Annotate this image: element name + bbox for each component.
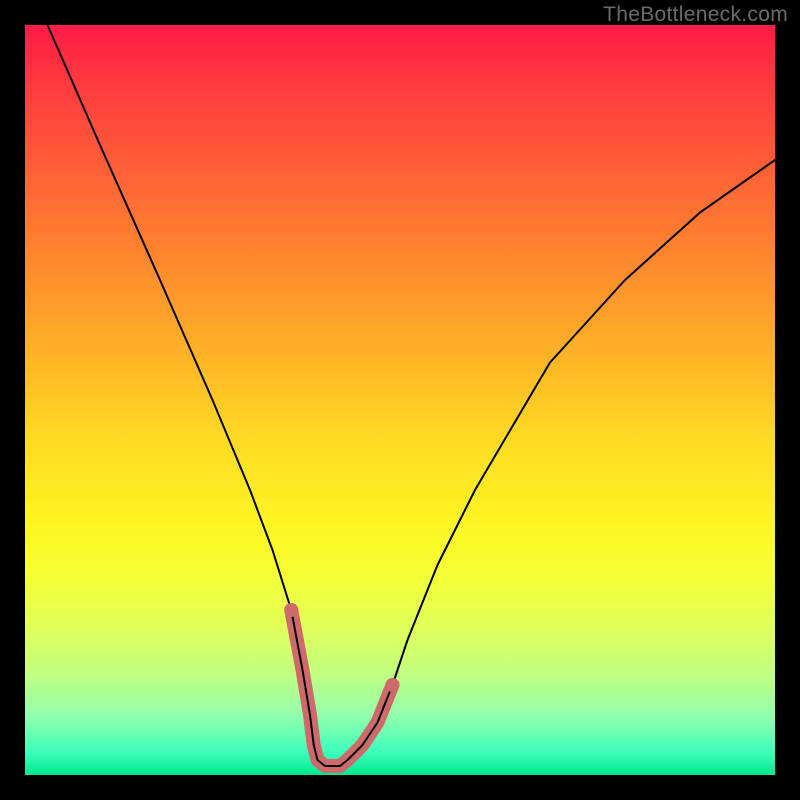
bottleneck-curve: [48, 25, 776, 766]
chart-frame: TheBottleneck.com: [0, 0, 800, 800]
chart-svg: [25, 25, 775, 775]
chart-plot-area: [25, 25, 775, 775]
watermark-label: TheBottleneck.com: [603, 3, 788, 27]
marker-end-left: [284, 603, 298, 617]
marker-end-right: [386, 678, 400, 692]
